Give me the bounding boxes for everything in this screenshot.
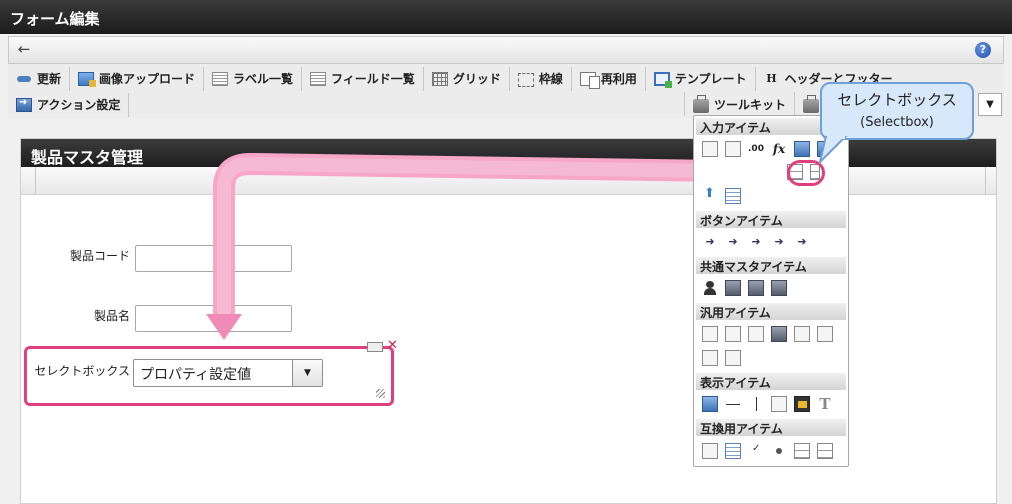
search-icon[interactable] — [702, 443, 718, 459]
callout-tail — [818, 136, 848, 164]
selectbox-callout: セレクトボックス (Selectbox) — [820, 82, 974, 140]
toolkit-section-display: 表示アイテム — [696, 373, 846, 390]
image-icon[interactable] — [794, 396, 810, 412]
vertical-line-icon[interactable] — [748, 396, 764, 412]
table-input-icon[interactable] — [725, 188, 741, 204]
copy-icon[interactable] — [794, 326, 810, 342]
input-items-row-3 — [702, 186, 741, 204]
toolkit-section-master: 共通マスタアイテム — [696, 257, 846, 274]
horizontal-line-icon[interactable] — [725, 396, 741, 412]
forward-button-icon[interactable] — [794, 234, 810, 250]
toolkit-section-compat: 互換用アイテム — [696, 419, 846, 436]
toolkit-section-general: 汎用アイテム — [696, 303, 846, 320]
compat-list-icon[interactable] — [817, 443, 833, 459]
return-button-icon[interactable] — [771, 234, 787, 250]
toolkit-section-button: ボタンアイテム — [696, 211, 846, 228]
submit-button-icon[interactable] — [702, 234, 718, 250]
general-items-row-1 — [702, 326, 833, 342]
callout-subtitle: (Selectbox) — [860, 115, 934, 130]
compat-select-icon[interactable] — [794, 443, 810, 459]
camera-icon[interactable] — [748, 326, 764, 342]
calendar-icon[interactable] — [794, 141, 810, 157]
label-icon[interactable] — [702, 396, 718, 412]
organization-icon[interactable] — [725, 280, 741, 296]
textbox-icon[interactable] — [702, 141, 718, 157]
user-icon[interactable] — [702, 280, 718, 296]
company-icon[interactable] — [748, 280, 764, 296]
hidden-field-icon[interactable] — [702, 326, 718, 342]
compat-items-row — [702, 443, 833, 459]
toolkit-panel: 入力アイテム .00 fx ボタンアイテム 共通マスタアイテム 汎用アイテム — [693, 115, 849, 467]
file-upload-icon[interactable] — [702, 186, 718, 204]
textarea-icon[interactable] — [725, 141, 741, 157]
input-items-row-1: .00 fx — [702, 141, 825, 157]
callout-title: セレクトボックス — [837, 91, 957, 109]
display-items-row: T — [702, 396, 833, 412]
next-button-icon[interactable] — [725, 234, 741, 250]
rectangle-icon[interactable] — [771, 396, 787, 412]
document-icon[interactable] — [725, 326, 741, 342]
text-icon[interactable]: T — [817, 396, 833, 412]
callout-tail-mask — [827, 136, 845, 139]
arrow-head — [206, 314, 242, 340]
pointer-arrow — [206, 153, 787, 340]
general-items-row-2 — [702, 350, 741, 366]
image-viewer-icon[interactable] — [725, 350, 741, 366]
checkbox-icon[interactable] — [748, 443, 764, 459]
radio-icon[interactable] — [771, 443, 787, 459]
department-icon[interactable] — [771, 280, 787, 296]
number-icon[interactable]: .00 — [748, 141, 764, 157]
map-icon[interactable] — [771, 326, 787, 342]
button-items-row — [702, 234, 810, 250]
formula-icon[interactable]: fx — [771, 141, 787, 157]
scrollpane-icon[interactable] — [702, 350, 718, 366]
table-icon[interactable] — [725, 443, 741, 459]
back-button-icon[interactable] — [748, 234, 764, 250]
download-icon[interactable] — [817, 326, 833, 342]
callout-pointer — [818, 136, 848, 164]
master-items-row — [702, 280, 787, 296]
